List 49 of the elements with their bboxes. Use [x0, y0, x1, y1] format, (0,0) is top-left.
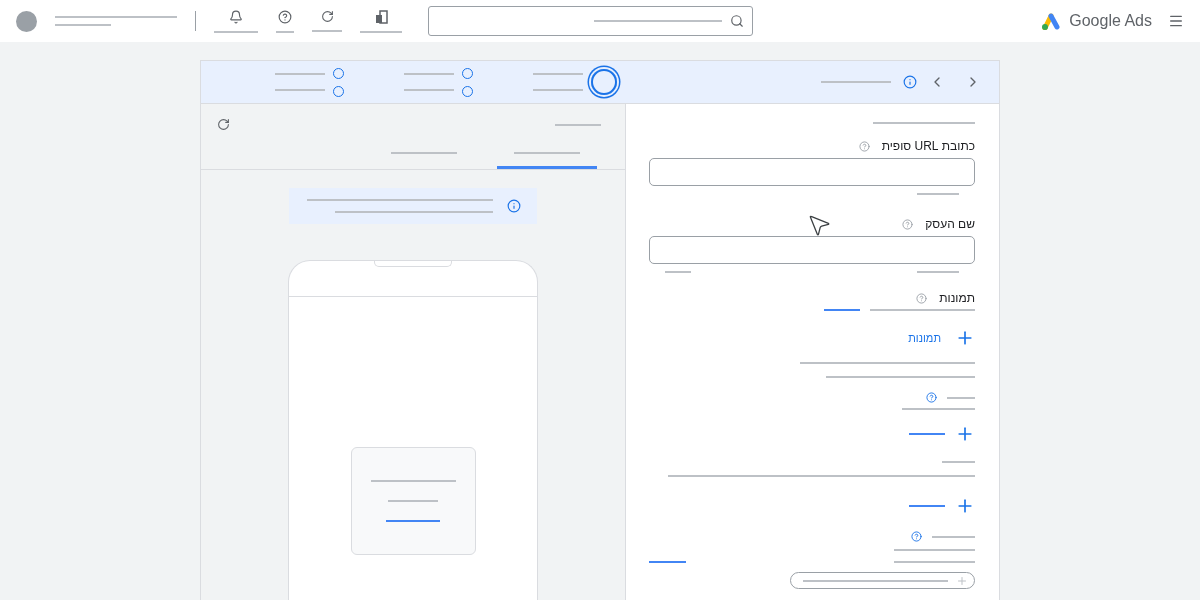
placeholder-line — [360, 30, 402, 33]
menu-icon[interactable] — [1168, 13, 1184, 29]
placeholder-line — [909, 505, 945, 507]
placeholder-line — [665, 271, 691, 273]
help-icon[interactable] — [911, 531, 922, 542]
add-icon — [956, 574, 968, 587]
placeholder-line — [555, 123, 601, 126]
notification-bell-icon[interactable] — [229, 9, 243, 24]
info-icon[interactable] — [903, 75, 917, 89]
placeholder-line — [649, 561, 686, 563]
placeholder-line — [824, 309, 860, 311]
help-icon[interactable] — [278, 9, 292, 24]
placeholder-line — [514, 152, 580, 154]
search-field[interactable] — [428, 6, 753, 36]
placeholder-line — [391, 152, 457, 154]
search-icon — [730, 14, 744, 28]
avatar[interactable] — [16, 10, 37, 32]
add-images-link[interactable]: תמונות — [908, 332, 941, 344]
field-label: כתובת URL סופית — [881, 139, 975, 153]
placeholder-line — [312, 30, 342, 32]
placeholder-line — [404, 73, 454, 75]
placeholder-line — [932, 535, 975, 538]
placeholder-line — [917, 193, 959, 195]
placeholder-line — [821, 81, 891, 83]
help-icon[interactable] — [926, 392, 937, 403]
placeholder-line — [909, 433, 945, 435]
building-icon[interactable] — [374, 9, 388, 24]
section-label: תמונות — [939, 291, 975, 305]
placeholder-line — [276, 30, 294, 33]
refresh-icon[interactable] — [217, 118, 230, 131]
refresh-icon[interactable] — [320, 10, 334, 23]
placeholder-line — [917, 271, 959, 273]
text-field[interactable] — [649, 236, 975, 264]
logo-icon — [1041, 12, 1062, 30]
placeholder-line — [388, 500, 438, 502]
field-label: שם העסק — [925, 217, 975, 231]
brand-name: Google Ads — [1069, 12, 1152, 30]
placeholder-line — [386, 520, 440, 522]
placeholder-line — [55, 24, 111, 26]
placeholder-line — [275, 73, 325, 75]
placeholder-line — [533, 89, 583, 91]
info-icon — [507, 199, 521, 213]
placeholder-line — [533, 73, 583, 75]
text-field[interactable] — [649, 158, 975, 186]
placeholder-line — [214, 30, 258, 33]
placeholder-line — [947, 396, 975, 399]
placeholder-line — [942, 461, 975, 463]
placeholder-line — [275, 89, 325, 91]
placeholder-line — [404, 89, 454, 91]
